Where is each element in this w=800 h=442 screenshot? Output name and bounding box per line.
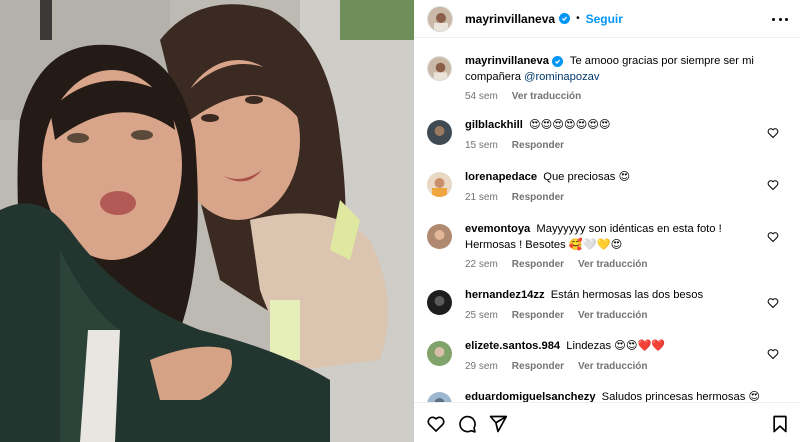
comment-icon[interactable] — [457, 414, 477, 434]
comment-time[interactable]: 22 sem — [465, 259, 498, 270]
translate-button[interactable]: Ver traducción — [578, 361, 647, 372]
comment-avatar[interactable] — [427, 392, 452, 402]
like-comment-heart-icon[interactable] — [767, 127, 779, 139]
comment-text: Lindezas 😍😍❤️❤️ — [566, 340, 666, 352]
comment-avatar[interactable] — [427, 172, 452, 197]
comment-username[interactable]: eduardomiguelsanchezy — [465, 391, 596, 402]
like-comment-heart-icon[interactable] — [767, 297, 779, 309]
post-caption: mayrinvillaneva Te amooo gracias por sie… — [427, 54, 787, 102]
verified-badge-icon — [551, 56, 563, 67]
like-comment-heart-icon[interactable] — [767, 348, 779, 360]
reply-button[interactable]: Responder — [512, 192, 564, 203]
comment-avatar[interactable] — [427, 224, 452, 249]
comment-text: 😍😍😍😍😍😍😍 — [528, 119, 611, 131]
follow-button[interactable]: Seguir — [586, 12, 623, 26]
comment-item: evemontoya Mayyyyyy son idénticas en est… — [427, 222, 787, 270]
selfie-image — [0, 0, 414, 442]
comment-username[interactable]: elizete.santos.984 — [465, 340, 560, 352]
comments-panel: mayrinvillaneva • Seguir mayrinvillaneva… — [414, 0, 800, 442]
author-username[interactable]: mayrinvillaneva — [465, 12, 555, 26]
caption-mention[interactable]: @rominapozav — [524, 71, 599, 83]
comment-text: Están hermosas las dos besos — [550, 289, 704, 301]
share-icon[interactable] — [488, 414, 508, 434]
translate-button[interactable]: Ver traducción — [578, 310, 647, 321]
comment-avatar[interactable] — [427, 290, 452, 315]
post-photo[interactable] — [0, 0, 414, 442]
comments-list[interactable]: mayrinvillaneva Te amooo gracias por sie… — [414, 38, 800, 402]
reply-button[interactable]: Responder — [512, 361, 564, 372]
comment-item: eduardomiguelsanchezy Saludos princesas … — [427, 390, 787, 402]
reply-button[interactable]: Responder — [512, 310, 564, 321]
comment-username[interactable]: gilblackhill — [465, 119, 523, 131]
translate-button[interactable]: Ver traducción — [578, 259, 647, 270]
comment-item: elizete.santos.984 Lindezas 😍😍❤️❤️ 29 se… — [427, 339, 787, 372]
comment-item: hernandez14zz Están hermosas las dos bes… — [427, 288, 787, 321]
caption-username[interactable]: mayrinvillaneva — [465, 55, 549, 67]
comment-item: lorenapedace Que preciosas 😍 21 sem Resp… — [427, 170, 787, 203]
translate-button[interactable]: Ver traducción — [512, 91, 581, 102]
separator-dot: • — [576, 13, 580, 24]
like-comment-heart-icon[interactable] — [767, 231, 779, 243]
comment-username[interactable]: hernandez14zz — [465, 289, 545, 301]
reply-button[interactable]: Responder — [512, 140, 564, 151]
comment-item: gilblackhill 😍😍😍😍😍😍😍 15 sem Responder — [427, 118, 787, 151]
post-time[interactable]: 54 sem — [465, 91, 498, 102]
post-header: mayrinvillaneva • Seguir — [414, 0, 800, 38]
comment-time[interactable]: 29 sem — [465, 361, 498, 372]
comment-avatar[interactable] — [427, 341, 452, 366]
comment-username[interactable]: evemontoya — [465, 223, 530, 235]
comment-avatar[interactable] — [427, 120, 452, 145]
comment-time[interactable]: 21 sem — [465, 192, 498, 203]
bookmark-icon[interactable] — [770, 414, 790, 434]
more-options-icon[interactable] — [772, 11, 788, 27]
author-avatar[interactable] — [427, 5, 453, 32]
heart-icon[interactable] — [426, 414, 446, 434]
verified-badge-icon — [559, 13, 571, 24]
comment-time[interactable]: 25 sem — [465, 310, 498, 321]
comment-time[interactable]: 15 sem — [465, 140, 498, 151]
like-comment-heart-icon[interactable] — [767, 179, 779, 191]
reply-button[interactable]: Responder — [512, 259, 564, 270]
comment-username[interactable]: lorenapedace — [465, 171, 537, 183]
action-bar — [414, 402, 800, 442]
comment-text: Que preciosas 😍 — [543, 171, 631, 183]
author-avatar[interactable] — [427, 56, 452, 81]
